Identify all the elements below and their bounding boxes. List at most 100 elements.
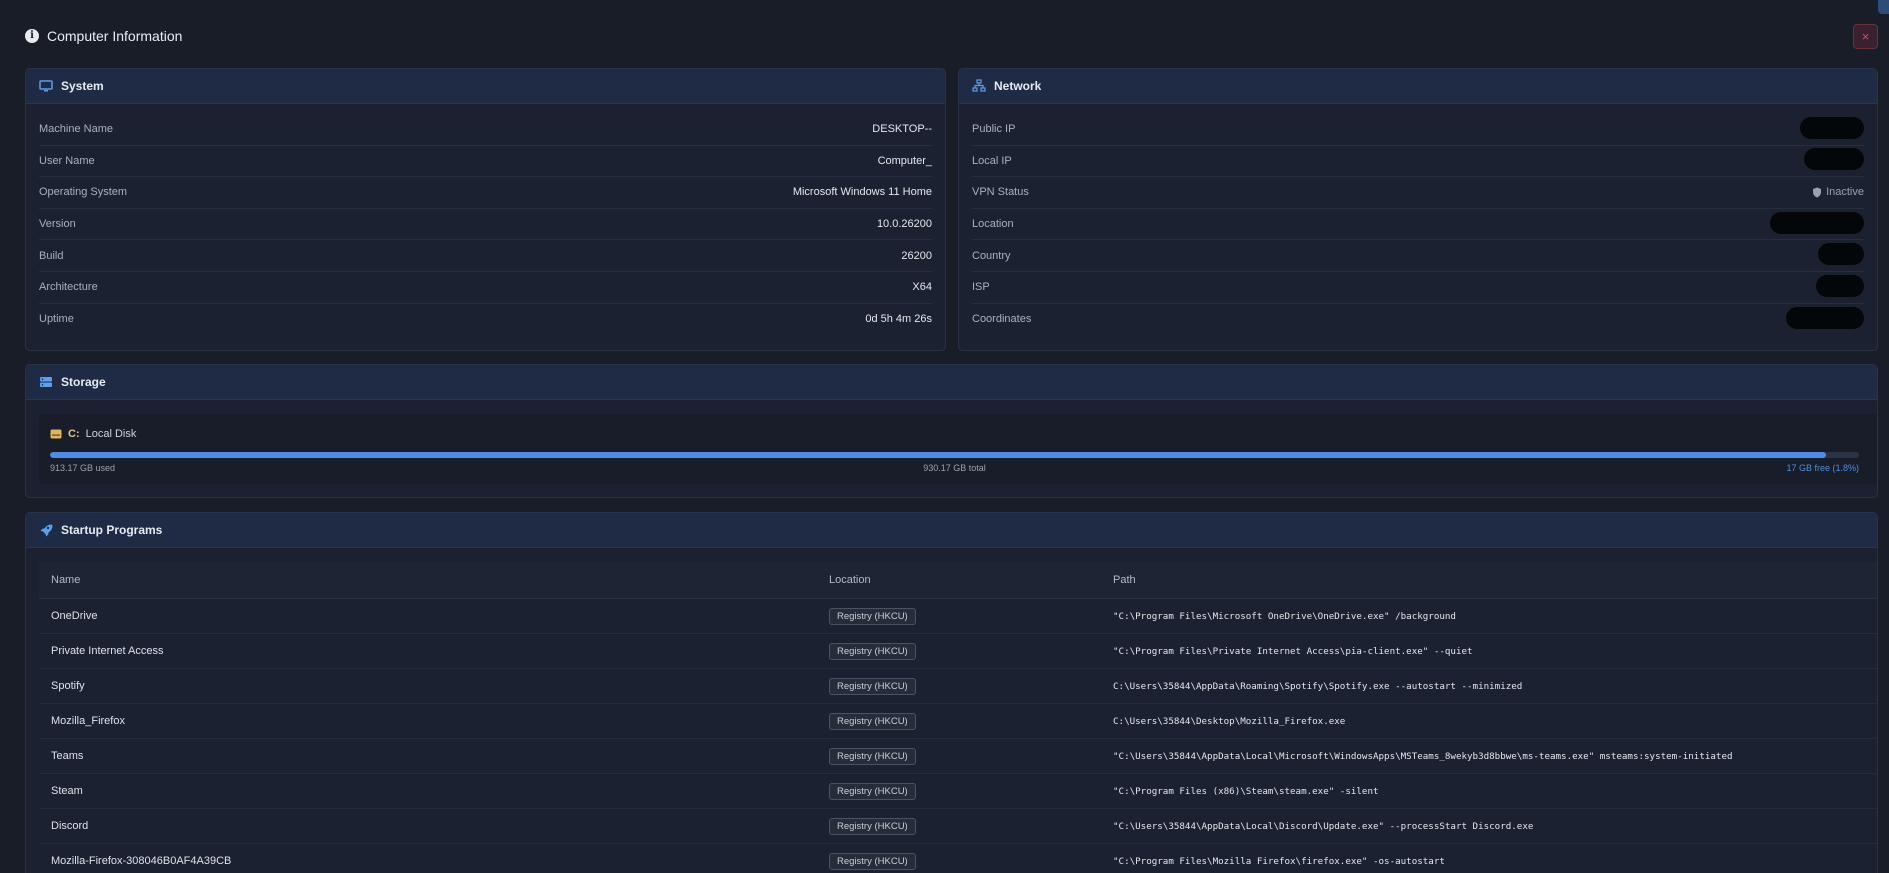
- location-badge: Registry (HKCU): [829, 747, 916, 765]
- disk-header: C: Local Disk: [50, 428, 136, 440]
- table-row[interactable]: Private Internet Access Registry (HKCU) "C…: [39, 634, 1877, 669]
- program-path: "C:\Users\35844\AppData\Local\Discord\Up…: [1113, 820, 1534, 832]
- location-badge: Registry (HKCU): [829, 712, 916, 730]
- system-card-title: System: [61, 79, 104, 93]
- close-button[interactable]: ×: [1853, 24, 1878, 49]
- startup-table-body: OneDrive Registry (HKCU) "C:\Program Files…: [39, 599, 1877, 873]
- storage-card: Storage C: Local Disk 913.17 GB used 930…: [25, 364, 1878, 498]
- location-cell: Registry (HKCU): [829, 607, 1113, 625]
- network-info-row: Country: [972, 240, 1864, 272]
- disk-free: 17 GB free (1.8%): [1786, 463, 1859, 473]
- table-row[interactable]: OneDrive Registry (HKCU) "C:\Program Files…: [39, 599, 1877, 634]
- table-row[interactable]: Teams Registry (HKCU) "C:\Users\35844\AppD…: [39, 739, 1877, 774]
- program-path: "C:\Users\35844\AppData\Local\Microsoft\…: [1113, 750, 1733, 762]
- redacted-value: [1800, 116, 1864, 139]
- network-card: Network Public IP Local IP VPN Status Inact…: [958, 68, 1878, 351]
- storage-card-header: Storage: [26, 365, 1877, 400]
- table-row[interactable]: Mozilla-Firefox-308046B0AF4A39CB Registry…: [39, 844, 1877, 873]
- shield-icon: [1812, 187, 1822, 198]
- program-path: C:\Users\35844\Desktop\Mozilla_Firefox.e…: [1113, 715, 1346, 727]
- disk-usage-fill: [50, 452, 1827, 458]
- system-info-row: Version 10.0.26200: [39, 209, 932, 241]
- network-info-label: Country: [972, 249, 1011, 262]
- program-name: Mozilla-Firefox-308046B0AF4A39CB: [51, 855, 232, 867]
- location-cell: Registry (HKCU): [829, 852, 1113, 870]
- network-card-title: Network: [994, 79, 1042, 93]
- program-name: Discord: [51, 820, 89, 832]
- disk-item: C: Local Disk 913.17 GB used 930.17 GB t…: [39, 414, 1877, 484]
- table-row[interactable]: Mozilla_Firefox Registry (HKCU) C:\Users\3…: [39, 704, 1877, 739]
- location-cell: Registry (HKCU): [829, 782, 1113, 800]
- column-header-name[interactable]: Name: [39, 574, 829, 586]
- corner-tab-button[interactable]: [1878, 0, 1889, 14]
- system-card-header: System: [26, 69, 945, 104]
- network-info-label: Coordinates: [972, 313, 1032, 326]
- network-info-label: Local IP: [972, 154, 1012, 167]
- storage-icon: [39, 375, 53, 389]
- location-badge: Registry (HKCU): [829, 817, 916, 835]
- network-info-row: Coordinates: [972, 304, 1864, 336]
- network-info-label: VPN Status: [972, 186, 1029, 199]
- system-info-row: User Name Computer_: [39, 146, 932, 178]
- startup-table-header: Name Location Path: [39, 562, 1877, 599]
- network-info-value: Inactive: [1812, 186, 1864, 198]
- location-badge: Registry (HKCU): [829, 607, 916, 625]
- system-info-label: Operating System: [39, 186, 128, 199]
- network-info-label: Location: [972, 218, 1014, 231]
- program-name: OneDrive: [51, 610, 98, 622]
- system-info-row: Machine Name DESKTOP--: [39, 114, 932, 146]
- system-info-row: Architecture X64: [39, 272, 932, 304]
- network-info-value: [1804, 148, 1864, 173]
- network-info-value: [1818, 243, 1864, 268]
- system-info-value: DESKTOP--: [872, 123, 932, 136]
- system-card: System Machine Name DESKTOP-- User Name Com…: [25, 68, 946, 351]
- info-icon: i: [25, 29, 39, 43]
- system-info-value: Computer_: [877, 154, 932, 167]
- network-info-list: Public IP Local IP VPN Status Inactive Locat…: [959, 104, 1877, 335]
- network-info-value: [1770, 211, 1864, 237]
- location-cell: Registry (HKCU): [829, 747, 1113, 765]
- system-info-label: Version: [39, 218, 76, 231]
- location-cell: Registry (HKCU): [829, 817, 1113, 835]
- disk-usage-bar: [50, 452, 1859, 458]
- network-info-row: Public IP: [972, 114, 1864, 146]
- table-row[interactable]: Steam Registry (HKCU) "C:\Program Files (x…: [39, 774, 1877, 809]
- network-info-row: ISP: [972, 272, 1864, 304]
- table-row[interactable]: Spotify Registry (HKCU) C:\Users\35844\App…: [39, 669, 1877, 704]
- system-info-value: 0d 5h 4m 26s: [865, 313, 932, 326]
- startup-card: Startup Programs Name Location Path OneD…: [25, 512, 1878, 873]
- system-info-value: 26200: [901, 249, 932, 262]
- network-info-row: Local IP: [972, 146, 1864, 178]
- program-name: Teams: [51, 750, 84, 762]
- system-info-label: Build: [39, 249, 64, 262]
- system-info-label: Machine Name: [39, 123, 113, 136]
- program-name: Spotify: [51, 680, 85, 692]
- startup-table: Name Location Path OneDrive Registry (HKC…: [39, 562, 1877, 873]
- program-name: Mozilla_Firefox: [51, 715, 125, 727]
- location-badge: Registry (HKCU): [829, 642, 916, 660]
- modal-header: i Computer Information: [25, 26, 182, 46]
- location-cell: Registry (HKCU): [829, 642, 1113, 660]
- program-path: "C:\Program Files\Private Internet Acces…: [1113, 645, 1473, 657]
- network-card-header: Network: [959, 69, 1877, 104]
- system-info-label: Architecture: [39, 281, 98, 294]
- computer-info-modal: i Computer Information × System Machine …: [0, 0, 1889, 873]
- system-info-list: Machine Name DESKTOP-- User Name Computer_ O…: [26, 104, 945, 335]
- startup-card-header: Startup Programs: [26, 513, 1877, 548]
- table-row[interactable]: Discord Registry (HKCU) "C:\Users\35844\Ap…: [39, 809, 1877, 844]
- system-info-label: User Name: [39, 154, 95, 167]
- system-info-value: Microsoft Windows 11 Home: [792, 186, 932, 199]
- system-info-value: X64: [912, 281, 932, 294]
- location-cell: Registry (HKCU): [829, 677, 1113, 695]
- column-header-path[interactable]: Path: [1113, 574, 1877, 586]
- redacted-value: [1804, 148, 1864, 171]
- column-header-location[interactable]: Location: [829, 574, 1113, 586]
- disk-name: Local Disk: [85, 428, 137, 440]
- modal-title: Computer Information: [47, 28, 183, 44]
- vpn-status-text: Inactive: [1826, 186, 1864, 199]
- network-info-value: [1786, 306, 1864, 332]
- rocket-icon: [39, 523, 53, 537]
- system-info-row: Build 26200: [39, 240, 932, 272]
- network-info-label: ISP: [972, 281, 990, 294]
- program-name: Private Internet Access: [51, 645, 164, 657]
